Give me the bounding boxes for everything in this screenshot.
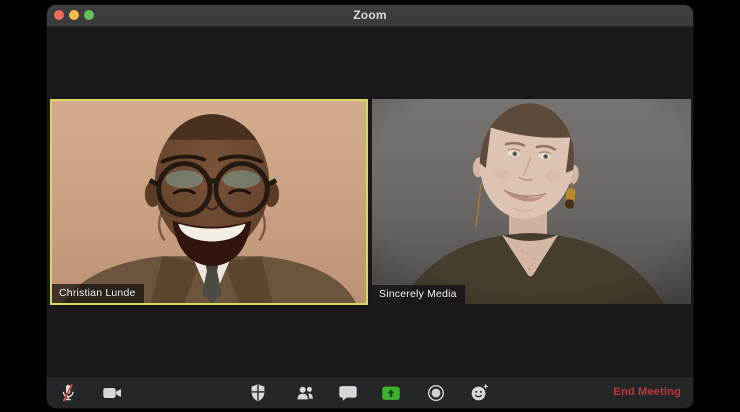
- record-button[interactable]: [423, 380, 449, 406]
- start-video-button[interactable]: [99, 380, 125, 406]
- participant-name-label: Christian Lunde: [52, 284, 144, 303]
- mute-button[interactable]: [55, 380, 81, 406]
- close-button[interactable]: [54, 10, 64, 20]
- zoom-meeting-window: Zoom Christian Lunde Sincerely Media End…: [47, 5, 693, 408]
- chat-button[interactable]: [335, 380, 361, 406]
- video-tile-sincerely-media[interactable]: Sincerely Media: [372, 99, 691, 304]
- record-icon: [427, 384, 445, 402]
- video-grid: Christian Lunde Sincerely Media: [47, 27, 693, 377]
- microphone-muted-icon: [62, 383, 74, 402]
- window-controls: [54, 10, 94, 20]
- video-camera-icon: [103, 387, 121, 399]
- security-shield-icon: [251, 384, 265, 402]
- minimize-button[interactable]: [69, 10, 79, 20]
- reactions-button[interactable]: [466, 380, 492, 406]
- titlebar[interactable]: Zoom: [47, 5, 693, 27]
- window-title: Zoom: [353, 8, 387, 22]
- share-screen-icon: [382, 386, 400, 400]
- participants-icon: [297, 386, 313, 400]
- christian-lunde-video-feed: [52, 101, 366, 303]
- fullscreen-button[interactable]: [84, 10, 94, 20]
- participant-name-label: Sincerely Media: [372, 285, 465, 304]
- reactions-icon: [471, 384, 488, 401]
- share-screen-button[interactable]: [378, 380, 404, 406]
- end-meeting-button[interactable]: End Meeting: [613, 377, 681, 408]
- participants-button[interactable]: [292, 380, 318, 406]
- sincerely-media-video-feed: [372, 99, 691, 304]
- video-tile-christian-lunde[interactable]: Christian Lunde: [50, 99, 368, 305]
- meeting-toolbar: End Meeting: [47, 376, 693, 408]
- chat-bubble-icon: [339, 386, 357, 401]
- security-button[interactable]: [245, 380, 271, 406]
